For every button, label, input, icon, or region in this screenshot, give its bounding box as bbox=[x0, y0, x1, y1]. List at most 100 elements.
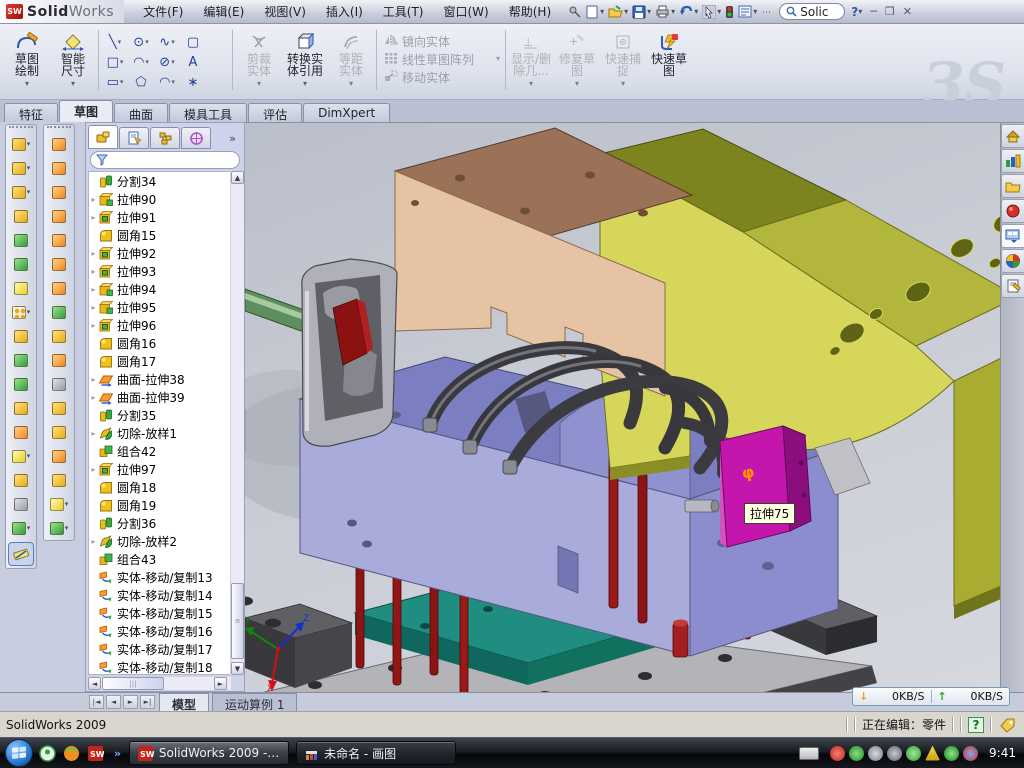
antivirus-icon[interactable] bbox=[944, 746, 959, 761]
feature-tool-icon[interactable] bbox=[6, 372, 36, 396]
doc-restore-button[interactable]: ❐ bbox=[960, 122, 970, 124]
custom-properties-tab[interactable] bbox=[1001, 274, 1024, 298]
feature-tool-icon[interactable] bbox=[44, 156, 74, 180]
tree-item-拉伸93[interactable]: ▸拉伸93 bbox=[89, 262, 230, 280]
panel-splitter-handle[interactable]: ◂◂◂◂ bbox=[245, 409, 246, 451]
print-button[interactable]: ▾ bbox=[653, 2, 677, 22]
feature-tool-icon[interactable]: ▾ bbox=[6, 132, 36, 156]
view-orientation-button[interactable]: ▾ bbox=[593, 122, 614, 124]
expand-icon[interactable]: ▸ bbox=[89, 195, 98, 204]
point-tool-button[interactable]: ∗ bbox=[180, 72, 206, 92]
rebuild-button[interactable] bbox=[723, 2, 736, 22]
tab-nav-1[interactable]: ◄ bbox=[106, 695, 121, 709]
options-button[interactable]: ▾ bbox=[736, 2, 759, 22]
open-button[interactable]: ▾ bbox=[606, 2, 630, 22]
line-tool-button[interactable]: ╲▾ bbox=[102, 32, 128, 52]
slot-tool-button[interactable]: ▭▾ bbox=[102, 72, 128, 92]
feature-tool-icon[interactable] bbox=[44, 276, 74, 300]
tree-vscroll-down[interactable]: ▼ bbox=[231, 662, 244, 675]
guide-pin[interactable] bbox=[685, 500, 719, 512]
select-button[interactable]: ▾ bbox=[700, 2, 723, 22]
zoom-fit-button[interactable] bbox=[489, 122, 506, 124]
feature-tool-icon[interactable] bbox=[44, 420, 74, 444]
save-button[interactable]: ▾ bbox=[630, 2, 653, 22]
tree-item-拉伸96[interactable]: ▸拉伸96 bbox=[89, 316, 230, 334]
panel-more-button[interactable]: » bbox=[229, 132, 242, 149]
tree-hscroll-left[interactable]: ◄ bbox=[88, 677, 101, 690]
resources-tab[interactable] bbox=[1001, 124, 1024, 148]
feature-tool-icon[interactable] bbox=[6, 252, 36, 276]
expand-icon[interactable]: ▸ bbox=[89, 375, 98, 384]
tab-评估[interactable]: 评估 bbox=[248, 103, 302, 122]
menu-item-5[interactable]: 窗口(W) bbox=[435, 0, 498, 23]
offset-entities-button[interactable]: 等距实体▾ bbox=[328, 28, 374, 94]
sketch-draw-button[interactable]: 草图绘制▾ bbox=[4, 28, 50, 94]
tab-模具工具[interactable]: 模具工具 bbox=[169, 103, 247, 122]
warning-icon[interactable] bbox=[925, 746, 940, 761]
linear-pattern-button[interactable]: 线性草图阵列 bbox=[380, 50, 502, 68]
toolbar-grip[interactable] bbox=[9, 126, 33, 130]
tree-item-曲面-拉伸39[interactable]: ▸曲面-拉伸39 bbox=[89, 388, 230, 406]
feature-tool-icon[interactable] bbox=[44, 372, 74, 396]
dimxpert-manager-tab[interactable] bbox=[181, 127, 211, 149]
tree-item-曲面-拉伸38[interactable]: ▸曲面-拉伸38 bbox=[89, 370, 230, 388]
help-button[interactable]: ? bbox=[851, 5, 858, 19]
feature-tool-icon[interactable] bbox=[44, 228, 74, 252]
text-tool-button[interactable]: A bbox=[180, 52, 206, 72]
slider-insert[interactable] bbox=[302, 259, 397, 446]
tree-item-拉伸91[interactable]: ▸拉伸91 bbox=[89, 208, 230, 226]
feature-tool-icon[interactable] bbox=[6, 348, 36, 372]
expand-icon[interactable]: ▸ bbox=[89, 537, 98, 546]
feature-tool-icon[interactable] bbox=[6, 396, 36, 420]
doc-minimize-button[interactable]: ─ bbox=[943, 122, 950, 124]
convert-entities-button[interactable]: 转换实体引用▾ bbox=[282, 28, 328, 94]
input-method-icon[interactable] bbox=[799, 747, 819, 760]
arc-tool-button[interactable]: ◠▾ bbox=[128, 52, 154, 72]
tree-item-实体-移动/复制13[interactable]: 实体-移动/复制13 bbox=[89, 568, 230, 586]
feature-tool-icon[interactable]: ▾ bbox=[6, 156, 36, 180]
expand-icon[interactable]: ▸ bbox=[89, 393, 98, 402]
feature-tool-icon[interactable] bbox=[6, 324, 36, 348]
trim-entities-button[interactable]: 剪裁实体▾ bbox=[236, 28, 282, 94]
expand-icon[interactable]: ▸ bbox=[89, 321, 98, 330]
sketch-fillet-button[interactable]: ◠▾ bbox=[154, 72, 180, 92]
sync-green-icon[interactable] bbox=[906, 746, 921, 761]
configuration-manager-tab[interactable] bbox=[150, 127, 180, 149]
minimize-button[interactable]: ─ bbox=[870, 5, 877, 18]
measure-tool-button[interactable] bbox=[8, 542, 34, 566]
tree-item-圆角17[interactable]: 圆角17 bbox=[89, 352, 230, 370]
rectangle-tool-button[interactable]: □▾ bbox=[102, 52, 128, 72]
volume-icon[interactable] bbox=[887, 746, 902, 761]
feature-tool-icon[interactable] bbox=[6, 276, 36, 300]
tree-hscroll-thumb[interactable]: ||| bbox=[102, 677, 164, 690]
close-button[interactable]: ✕ bbox=[903, 5, 912, 18]
tab-特征[interactable]: 特征 bbox=[4, 103, 58, 122]
quick-launch-more-icon[interactable]: » bbox=[114, 747, 121, 760]
feature-tool-icon[interactable] bbox=[44, 180, 74, 204]
feature-tool-icon[interactable] bbox=[44, 348, 74, 372]
tag-icon[interactable] bbox=[998, 717, 1016, 733]
tree-item-组合43[interactable]: 组合43 bbox=[89, 550, 230, 568]
tree-item-实体-移动/复制15[interactable]: 实体-移动/复制15 bbox=[89, 604, 230, 622]
feature-tool-icon[interactable] bbox=[6, 468, 36, 492]
tree-hscroll-right[interactable]: ► bbox=[214, 677, 227, 690]
tree-item-拉伸95[interactable]: ▸拉伸95 bbox=[89, 298, 230, 316]
tab-nav-0[interactable]: |◄ bbox=[89, 695, 104, 709]
undo-button[interactable]: ▾ bbox=[677, 2, 700, 22]
doc-close-button[interactable]: ✕ bbox=[980, 122, 989, 124]
section-view-button[interactable] bbox=[529, 122, 546, 124]
expand-icon[interactable]: ▸ bbox=[89, 267, 98, 276]
move-entities-button[interactable]: 移动实体 bbox=[380, 68, 502, 86]
service-icon[interactable] bbox=[868, 746, 883, 761]
property-manager-tab[interactable] bbox=[119, 127, 149, 149]
pattern-caret-icon[interactable]: ▾ bbox=[496, 54, 500, 63]
taskbar-task-solidworks[interactable]: SWSolidWorks 2009 - ... bbox=[129, 741, 289, 765]
viewport-canvas[interactable]: φ bbox=[245, 122, 1024, 692]
tree-item-切除-放样2[interactable]: ▸切除-放样2 bbox=[89, 532, 230, 550]
tree-item-切除-放样1[interactable]: ▸切除-放样1 bbox=[89, 424, 230, 442]
feature-tool-icon[interactable] bbox=[44, 444, 74, 468]
tree-item-拉伸94[interactable]: ▸拉伸94 bbox=[89, 280, 230, 298]
tab-曲面[interactable]: 曲面 bbox=[114, 103, 168, 122]
expand-icon[interactable]: ▸ bbox=[89, 303, 98, 312]
search-tab[interactable] bbox=[1001, 199, 1024, 223]
